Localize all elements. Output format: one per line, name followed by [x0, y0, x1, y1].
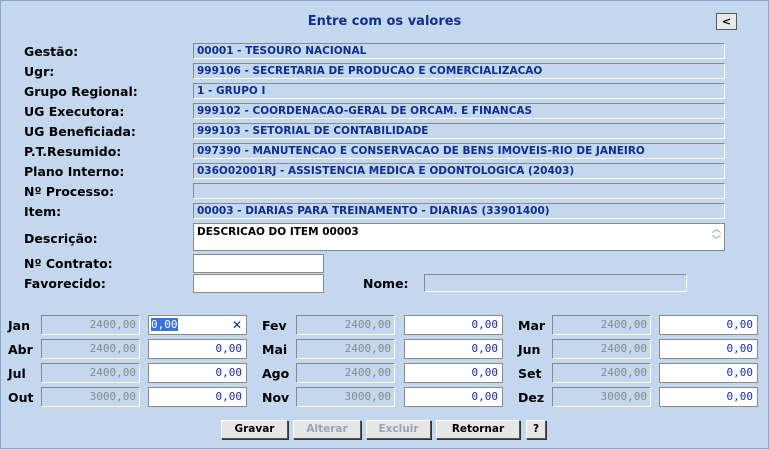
- label-grupo-regional: Grupo Regional:: [24, 84, 138, 99]
- field-ugr: 999106 - SECRETARIA DE PRODUCAO E COMERC…: [193, 63, 725, 79]
- month-label-mai: Mai: [262, 342, 288, 357]
- set-value-input[interactable]: 0,00: [659, 363, 758, 383]
- label-ug-executora: UG Executora:: [24, 104, 125, 119]
- month-label-mar: Mar: [518, 318, 546, 333]
- nome-field: [424, 274, 687, 292]
- label-favorecido: Favorecido:: [24, 276, 106, 291]
- field-plano-interno: 036O02001RJ - ASSISTENCIA MEDICA E ODONT…: [193, 163, 725, 179]
- month-label-fev: Fev: [262, 318, 287, 333]
- mai-previous-value: 2400,00: [296, 339, 395, 359]
- month-label-jun: Jun: [518, 342, 541, 357]
- ago-previous-value: 2400,00: [296, 363, 395, 383]
- dez-value-input[interactable]: 0,00: [659, 387, 758, 407]
- label-contrato: Nº Contrato:: [24, 256, 113, 271]
- dialog-title: Entre com os valores: [307, 14, 462, 29]
- fev-value-input[interactable]: 0,00: [404, 315, 503, 335]
- jan-value-input[interactable]: 0,00 ✕: [148, 315, 247, 335]
- jun-previous-value: 2400,00: [552, 339, 651, 359]
- clear-icon[interactable]: ✕: [232, 316, 242, 334]
- descricao-textarea[interactable]: DESCRICAO DO ITEM 00003 ︿ ﹀: [193, 223, 725, 251]
- month-label-jan: Jan: [8, 318, 30, 333]
- contrato-input[interactable]: [193, 254, 324, 273]
- abr-previous-value: 2400,00: [41, 339, 140, 359]
- gravar-button[interactable]: Gravar: [221, 420, 288, 439]
- label-plano-interno: Plano Interno:: [24, 164, 125, 179]
- dez-previous-value: 3000,00: [552, 387, 651, 407]
- month-label-jul: Jul: [8, 366, 26, 381]
- label-ug-beneficiada: UG Beneficiada:: [24, 124, 136, 139]
- jan-value-selection: 0,00: [151, 318, 178, 331]
- month-label-out: Out: [8, 390, 34, 405]
- mar-previous-value: 2400,00: [552, 315, 651, 335]
- retornar-button[interactable]: Retornar: [436, 420, 520, 439]
- label-nome: Nome:: [363, 276, 409, 291]
- month-label-ago: Ago: [262, 366, 290, 381]
- abr-value-input[interactable]: 0,00: [148, 339, 247, 359]
- label-descricao: Descrição:: [24, 231, 98, 246]
- jul-previous-value: 2400,00: [41, 363, 140, 383]
- favorecido-input[interactable]: [193, 274, 324, 293]
- descricao-text: DESCRICAO DO ITEM 00003: [197, 226, 359, 238]
- out-value-input[interactable]: 0,00: [148, 387, 247, 407]
- alterar-button[interactable]: Alterar: [293, 420, 361, 439]
- field-gestao: 00001 - TESOURO NACIONAL: [193, 43, 725, 59]
- field-ug-executora: 999102 - COORDENACAO-GERAL DE ORCAM. E F…: [193, 103, 725, 119]
- field-grupo-regional: 1 - GRUPO I: [193, 83, 725, 99]
- label-gestao: Gestão:: [24, 44, 79, 59]
- field-pt-resumido: 097390 - MANUTENCAO E CONSERVACAO DE BEN…: [193, 143, 725, 159]
- mai-value-input[interactable]: 0,00: [404, 339, 503, 359]
- label-pt-resumido: P.T.Resumido:: [24, 144, 122, 159]
- textarea-scroll-arrows-icon[interactable]: ︿ ﹀: [712, 225, 721, 247]
- back-button[interactable]: <: [716, 13, 737, 30]
- label-processo: Nº Processo:: [24, 184, 115, 199]
- field-item: 00003 - DIARIAS PARA TREINAMENTO - DIARI…: [193, 203, 725, 219]
- fev-previous-value: 2400,00: [296, 315, 395, 335]
- mar-value-input[interactable]: 0,00: [659, 315, 758, 335]
- nov-previous-value: 3000,00: [296, 387, 395, 407]
- out-previous-value: 3000,00: [41, 387, 140, 407]
- ago-value-input[interactable]: 0,00: [404, 363, 503, 383]
- month-label-set: Set: [518, 366, 542, 381]
- set-previous-value: 2400,00: [552, 363, 651, 383]
- nov-value-input[interactable]: 0,00: [404, 387, 503, 407]
- month-label-dez: Dez: [518, 390, 545, 405]
- label-ugr: Ugr:: [24, 64, 55, 79]
- month-label-abr: Abr: [8, 342, 33, 357]
- field-processo: [193, 183, 725, 199]
- field-ug-beneficiada: 999103 - SETORIAL DE CONTABILIDADE: [193, 123, 725, 139]
- label-item: Item:: [24, 204, 62, 219]
- jan-previous-value: 2400,00: [41, 315, 140, 335]
- help-button[interactable]: ?: [526, 420, 546, 439]
- jun-value-input[interactable]: 0,00: [659, 339, 758, 359]
- month-label-nov: Nov: [262, 390, 290, 405]
- jul-value-input[interactable]: 0,00: [148, 363, 247, 383]
- excluir-button[interactable]: Excluir: [366, 420, 431, 439]
